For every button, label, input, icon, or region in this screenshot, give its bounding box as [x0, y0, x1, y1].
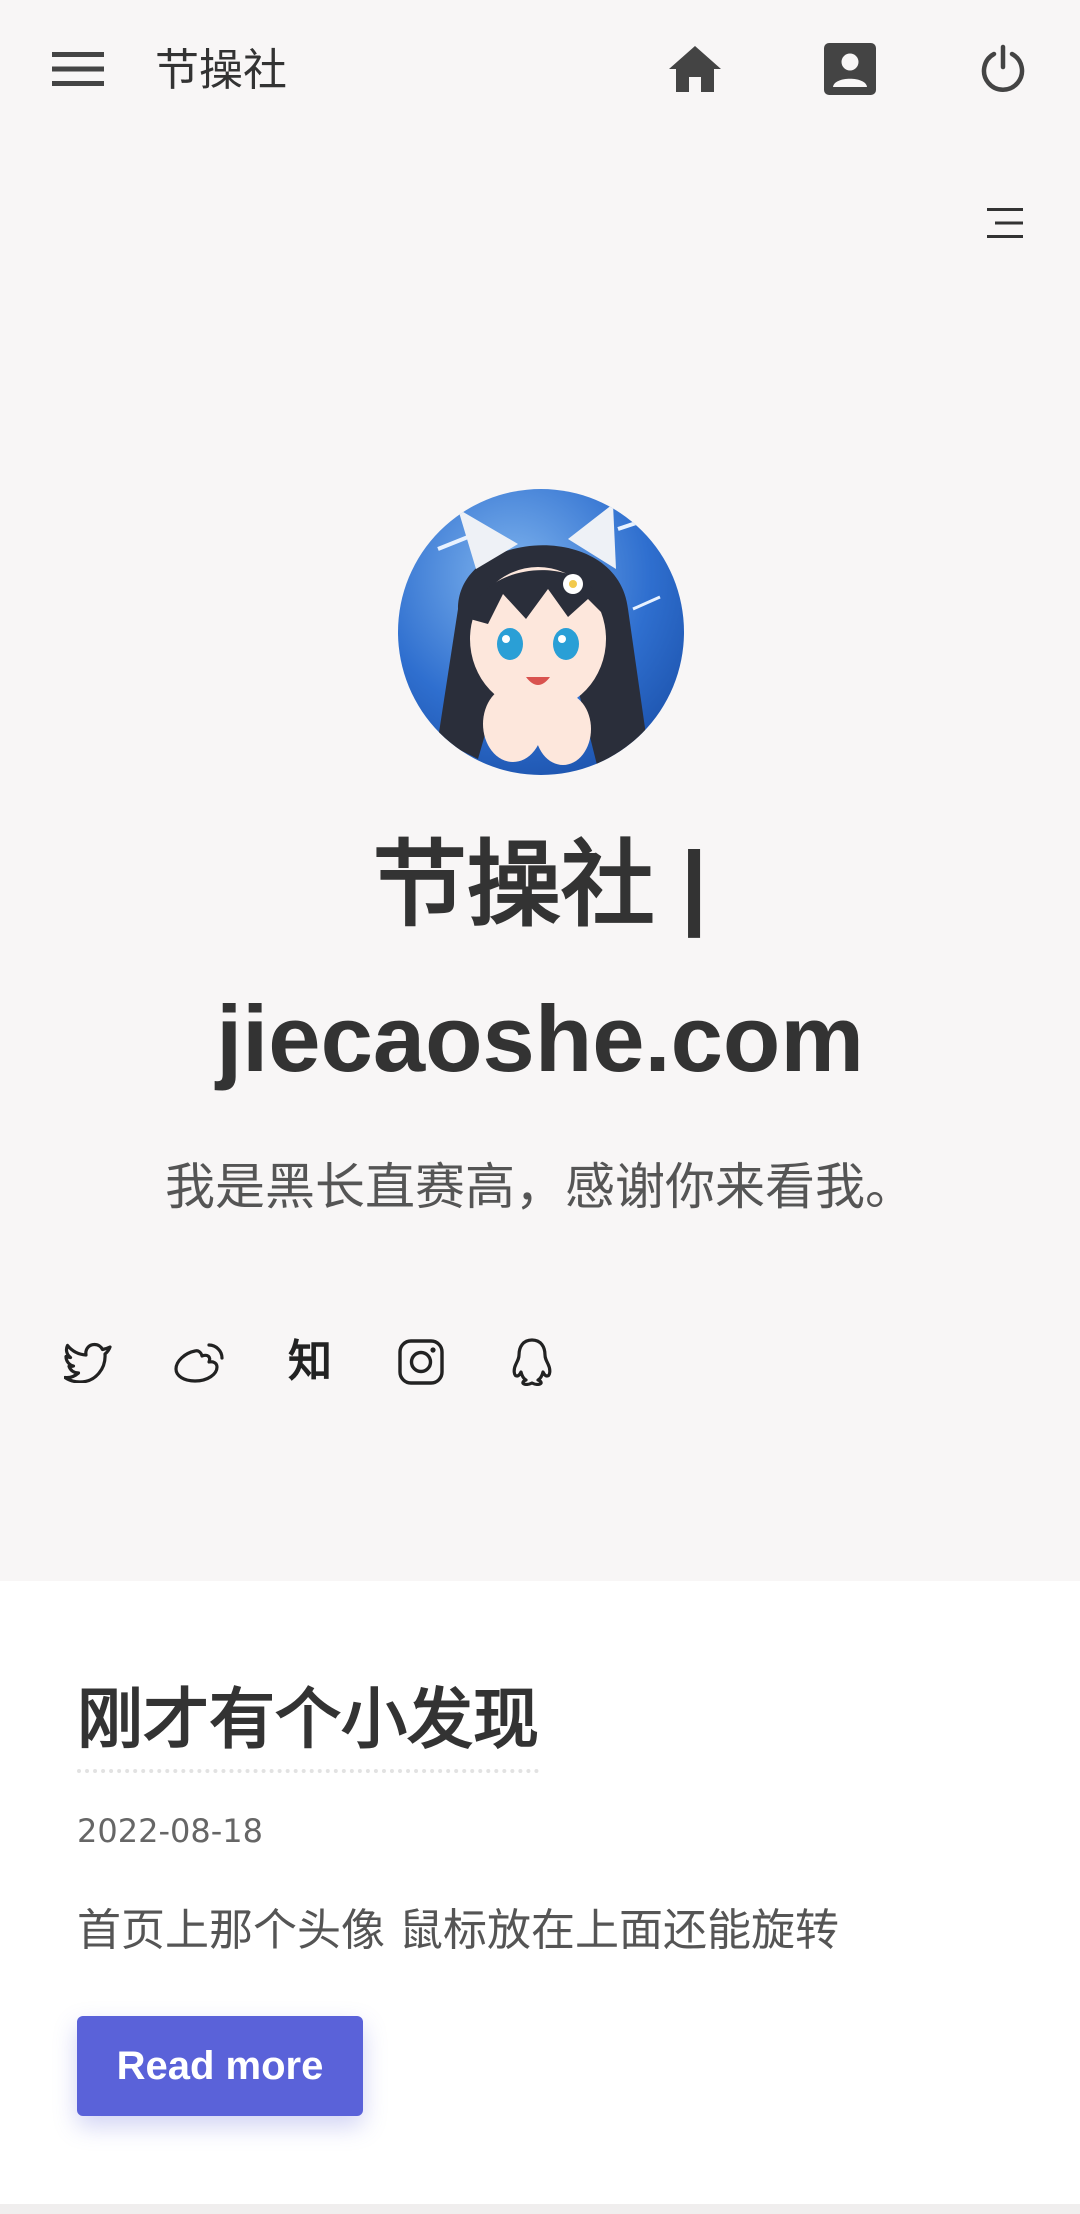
post-title[interactable]: 刚才有个小发现	[77, 1675, 539, 1773]
top-app-bar: 节操社	[0, 0, 1080, 142]
table-of-contents-icon	[987, 207, 1023, 243]
weibo-icon[interactable]	[167, 1330, 231, 1394]
logout-button[interactable]	[968, 36, 1038, 106]
site-name[interactable]: 节操社	[155, 38, 287, 104]
post-excerpt: 首页上那个头像 鼠标放在上面还能旋转	[77, 1905, 839, 1956]
home-icon	[667, 44, 723, 98]
read-more-button[interactable]: Read more	[77, 2016, 363, 2116]
profile-button[interactable]	[815, 36, 885, 106]
menu-icon	[52, 51, 104, 91]
toc-button[interactable]	[975, 195, 1035, 255]
post-date: 2022-08-18	[77, 1812, 263, 1850]
menu-button[interactable]	[38, 36, 118, 106]
twitter-icon[interactable]	[56, 1330, 120, 1394]
post-card: 刚才有个小发现 2022-08-18 首页上那个头像 鼠标放在上面还能旋转 Re…	[0, 1581, 1080, 2204]
hero-subtitle: 我是黑长直赛高，感谢你来看我。	[165, 1158, 915, 1216]
zhihu-glyph: 知	[288, 1336, 332, 1387]
account-box-icon	[824, 43, 876, 99]
hero-title: 节操社 | jiecaoshe.com	[216, 832, 864, 1091]
home-button[interactable]	[660, 36, 730, 106]
power-icon	[979, 44, 1027, 98]
instagram-icon[interactable]	[389, 1330, 453, 1394]
card-divider	[0, 2204, 1080, 2214]
avatar[interactable]	[398, 489, 684, 775]
qq-icon[interactable]	[500, 1330, 564, 1394]
zhihu-icon[interactable]: 知	[278, 1330, 342, 1394]
social-links: 知	[56, 1330, 611, 1394]
